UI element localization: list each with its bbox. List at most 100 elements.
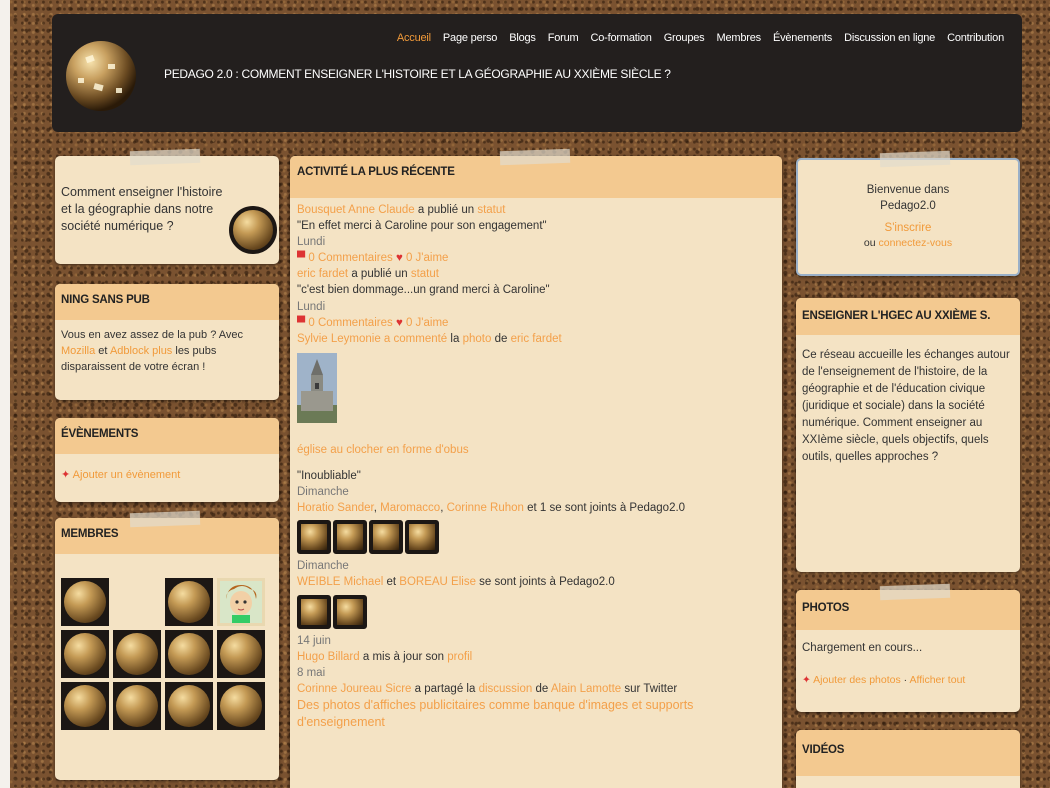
activity-object-link[interactable]: photo — [463, 333, 492, 345]
comments-link[interactable]: 0 Commentaires — [308, 252, 392, 264]
comments-link[interactable]: 0 Commentaires — [308, 317, 392, 329]
member-avatar[interactable] — [165, 682, 213, 730]
add-photo-icon: ✦ — [802, 673, 811, 686]
nav-evenements[interactable]: Évènements — [767, 32, 838, 44]
activity-date: Dimanche — [297, 486, 349, 499]
member-avatar[interactable] — [217, 630, 265, 678]
member-avatar[interactable] — [165, 630, 213, 678]
separator: · — [903, 673, 908, 686]
signup-link[interactable]: S'inscrire — [798, 220, 1018, 236]
nav-blogs[interactable]: Blogs — [503, 32, 542, 44]
profile-link[interactable]: profil — [447, 651, 472, 663]
ning-text: Vous en avez assez de la pub ? Avec Mozi… — [55, 320, 279, 384]
activity-item: eric fardet a publié un statut "c'est bi… — [297, 266, 775, 330]
activity-date: Lundi — [297, 300, 326, 313]
nav-page-perso[interactable]: Page perso — [437, 32, 503, 44]
member-avatar[interactable] — [369, 520, 403, 555]
site-title: PEDAGO 2.0 : COMMENT ENSEIGNER L'HISTOIR… — [164, 67, 671, 81]
ning-title: NING SANS PUB — [55, 284, 279, 320]
member-link[interactable]: Maromacco — [380, 502, 440, 514]
show-all-link[interactable]: Afficher tout — [909, 674, 965, 686]
activity-feed: Bousquet Anne Claude a publié un statut … — [290, 198, 782, 736]
heart-icon: ♥ — [395, 316, 403, 329]
member-link[interactable]: WEIBLE Michael — [297, 576, 383, 588]
member-avatar[interactable] — [333, 520, 367, 555]
activity-object-link[interactable]: statut — [477, 204, 505, 216]
joined-avatars — [297, 594, 775, 629]
activity-verb: sur Twitter — [624, 682, 678, 695]
member-avatar-cartoon[interactable] — [217, 578, 265, 626]
tape-decoration — [879, 583, 951, 601]
activity-verb: a mis à jour son — [362, 650, 445, 663]
welcome-line1: Bienvenue dans — [866, 184, 950, 196]
activity-item: Sylvie Leymonie a commenté la photo de e… — [297, 331, 775, 500]
activity-object-link[interactable]: statut — [411, 268, 439, 280]
church-photo-thumb[interactable] — [297, 352, 775, 428]
nav-accueil[interactable]: Accueil — [391, 32, 437, 44]
members-grid — [61, 578, 273, 730]
events-title: ÉVÈNEMENTS — [55, 418, 279, 454]
activity-author-link[interactable]: Alain Lamotte — [551, 683, 621, 695]
tape-decoration — [879, 150, 951, 168]
about-box: ENSEIGNER L'HGEC AU XXIÈME S. Ce réseau … — [796, 298, 1020, 572]
add-photos-link[interactable]: Ajouter des photos — [813, 674, 901, 686]
photos-actions: ✦ Ajouter des photos · Afficher tout — [796, 665, 1020, 696]
photo-caption-link[interactable]: église au clocher en forme d'obus — [297, 444, 469, 456]
activity-quote: "En effet merci à Caroline pour son enga… — [297, 220, 547, 233]
site-logo[interactable] — [64, 34, 138, 118]
add-event-link[interactable]: Ajouter un évènement — [73, 469, 181, 481]
discussion-title-link[interactable]: Des photos d'affiches publicitaires comm… — [297, 698, 693, 730]
heart-icon: ♥ — [395, 252, 403, 265]
member-avatar[interactable] — [165, 578, 213, 626]
member-link[interactable]: BOREAU Elise — [399, 576, 476, 588]
member-avatar[interactable] — [297, 594, 331, 629]
site-header: Accueil Page perso Blogs Forum Co-format… — [52, 14, 1022, 132]
activity-verb: de — [494, 332, 508, 345]
nav-contribution[interactable]: Contribution — [941, 32, 1010, 44]
activity-user-link[interactable]: Bousquet Anne Claude — [297, 204, 415, 216]
like-link[interactable]: 0 J'aime — [406, 317, 448, 329]
member-avatar[interactable] — [405, 520, 439, 555]
mozilla-link[interactable]: Mozilla — [61, 345, 95, 357]
nav-membres[interactable]: Membres — [710, 32, 766, 44]
members-box: MEMBRES — [55, 518, 279, 780]
activity-date: 8 mai — [297, 666, 326, 679]
nav-co-formation[interactable]: Co-formation — [585, 32, 658, 44]
member-avatar[interactable] — [61, 578, 109, 626]
member-avatar[interactable] — [297, 520, 331, 555]
activity-user-link[interactable]: Sylvie Leymonie a commenté — [297, 333, 447, 345]
welcome-line2: Pedago2.0 — [880, 200, 936, 213]
login-link[interactable]: connectez-vous — [879, 237, 953, 249]
intro-box: Comment enseigner l'histoire et la géogr… — [55, 156, 279, 264]
intro-avatar[interactable] — [229, 206, 277, 257]
activity-user-link[interactable]: Corinne Joureau Sicre — [297, 683, 411, 695]
activity-verb: se sont joints à Pedago2.0 — [479, 576, 615, 589]
nav-forum[interactable]: Forum — [542, 32, 585, 44]
activity-user-link[interactable]: Hugo Billard — [297, 651, 360, 663]
comment-icon: ▀ — [297, 252, 306, 265]
member-avatar[interactable] — [113, 630, 161, 678]
discussion-link[interactable]: discussion — [479, 683, 533, 695]
videos-title: VIDÉOS — [796, 730, 1020, 776]
adblock-link[interactable]: Adblock plus — [110, 345, 172, 357]
member-avatar[interactable] — [217, 682, 265, 730]
member-link[interactable]: Horatio Sander — [297, 502, 374, 514]
photos-box: PHOTOS Chargement en cours... ✦ Ajouter … — [796, 590, 1020, 712]
photos-loading: Chargement en cours... — [802, 642, 923, 654]
activity-item: Bousquet Anne Claude a publié un statut … — [297, 202, 775, 266]
member-avatar[interactable] — [333, 594, 367, 629]
member-avatar[interactable] — [61, 630, 109, 678]
ning-box: NING SANS PUB Vous en avez assez de la p… — [55, 284, 279, 400]
nav-groupes[interactable]: Groupes — [658, 32, 711, 44]
ning-text-1: Vous en avez assez de la pub ? Avec — [61, 329, 244, 341]
member-avatar[interactable] — [61, 682, 109, 730]
events-box: ÉVÈNEMENTS ✦ Ajouter un évènement — [55, 418, 279, 502]
member-link[interactable]: Corinne Ruhon — [447, 502, 524, 514]
activity-author-link[interactable]: eric fardet — [511, 333, 562, 345]
add-event-icon: ✦ — [61, 469, 71, 481]
member-avatar[interactable] — [113, 682, 161, 730]
nav-discussion[interactable]: Discussion en ligne — [838, 32, 941, 44]
like-link[interactable]: 0 J'aime — [406, 252, 448, 264]
activity-verb: a partagé la — [414, 682, 476, 695]
activity-user-link[interactable]: eric fardet — [297, 268, 348, 280]
